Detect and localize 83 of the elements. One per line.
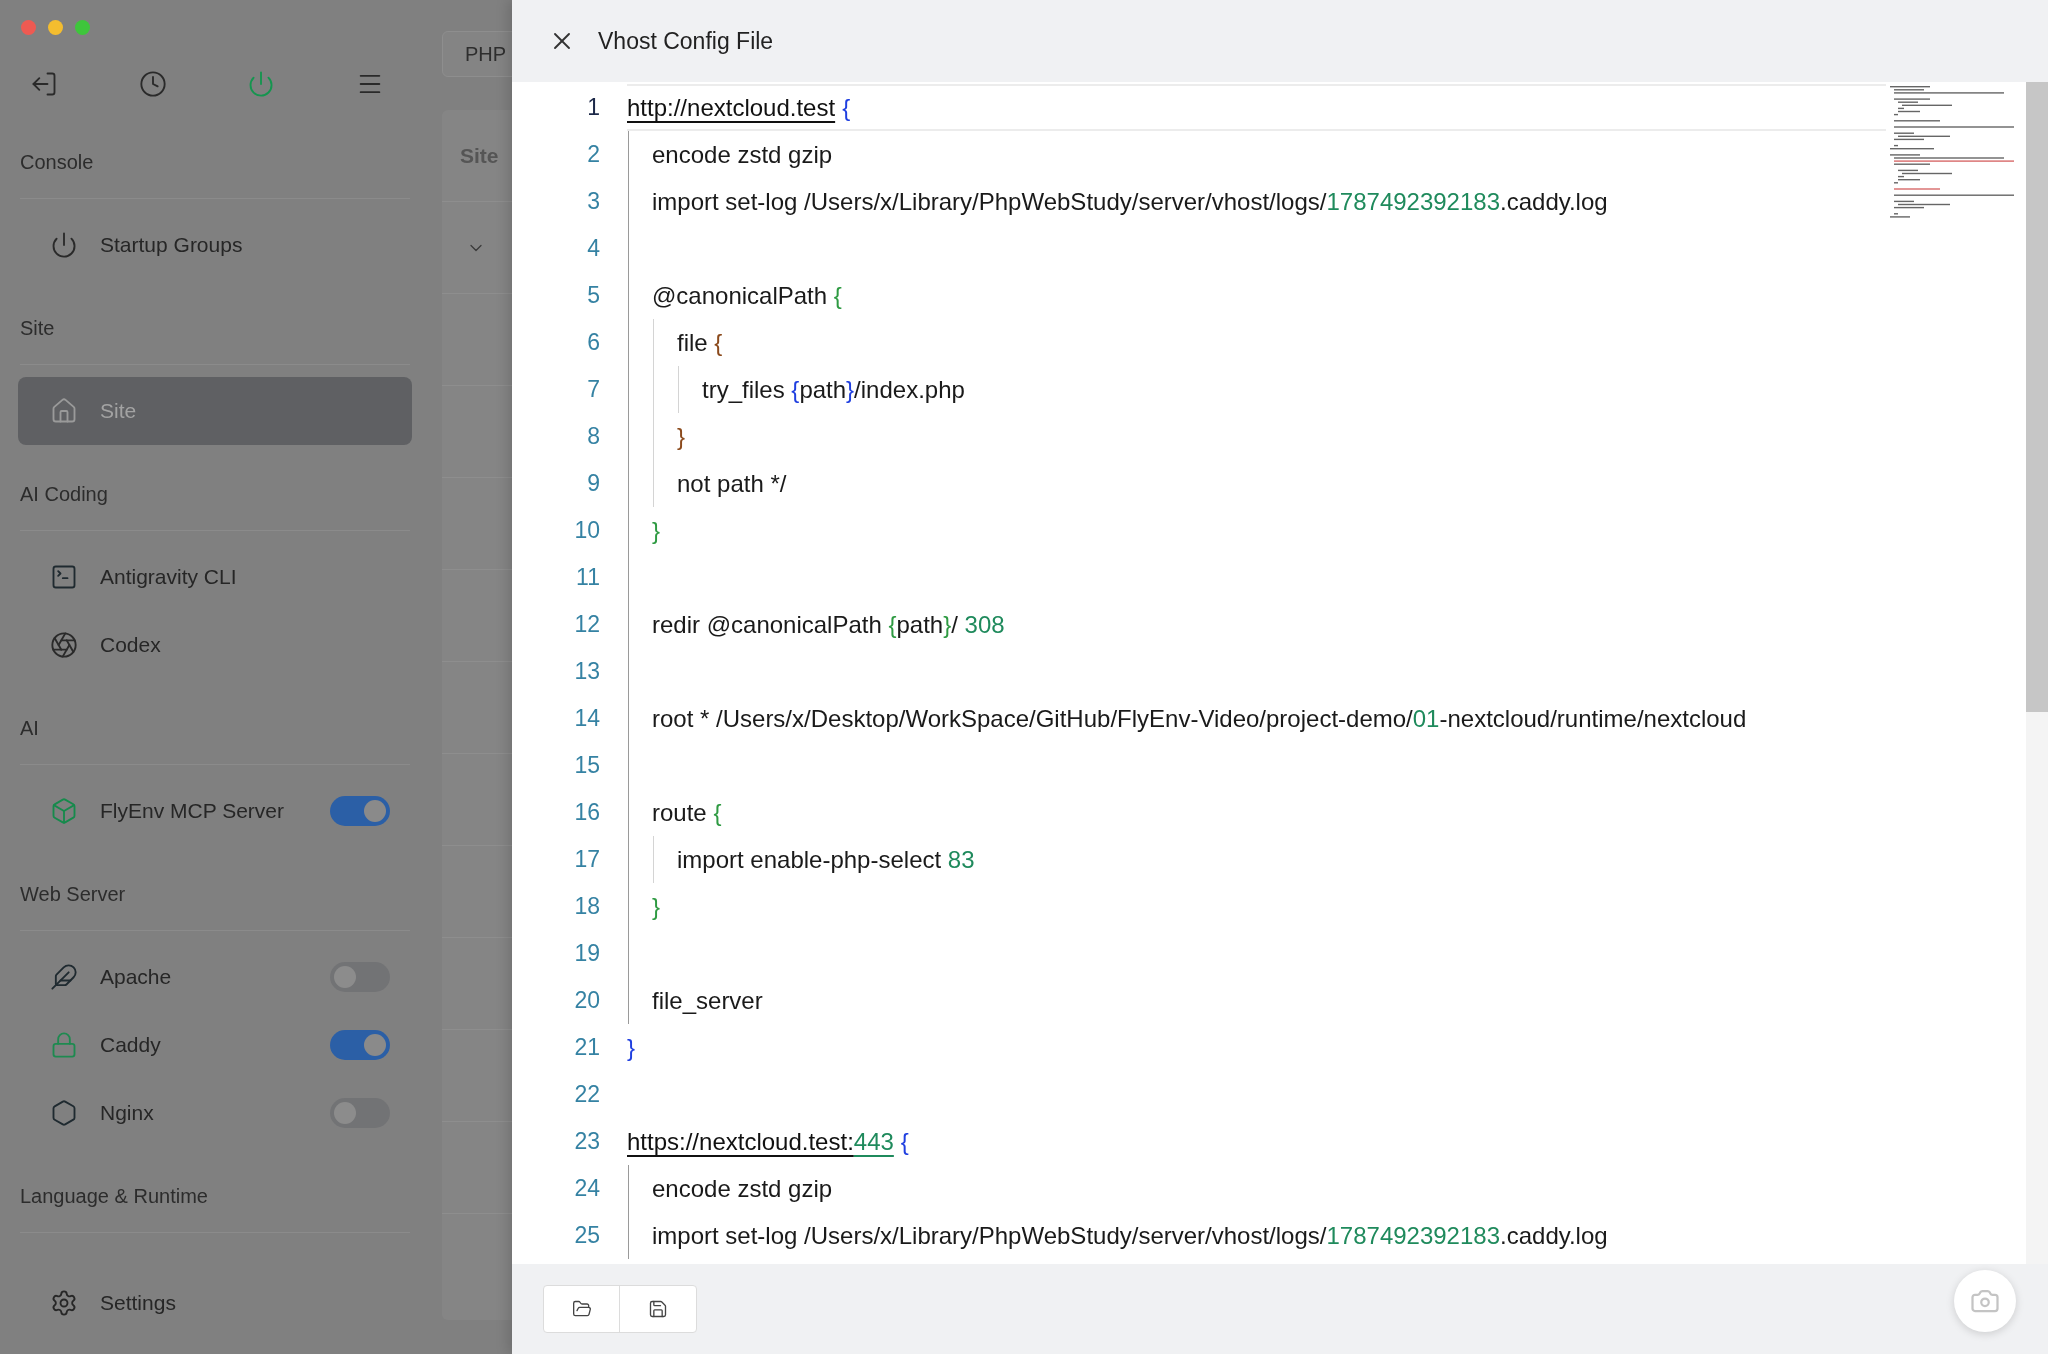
- line-number: 17: [574, 846, 600, 873]
- section-heading: Language & Runtime: [20, 1184, 208, 1208]
- line-number: 25: [574, 1222, 600, 1249]
- screenshot-button[interactable]: [1954, 1270, 2016, 1332]
- code-line: file {: [676, 327, 723, 358]
- code-line: http://nextcloud.test {: [627, 92, 851, 123]
- section-heading: AI: [20, 716, 39, 740]
- folder-icon: [571, 1299, 592, 1319]
- line-number: 16: [574, 799, 600, 826]
- toggle-switch[interactable]: [330, 1030, 390, 1060]
- feather-icon: [50, 963, 78, 991]
- line-number: 14: [574, 705, 600, 732]
- zoom-window-control[interactable]: [75, 20, 90, 35]
- line-number: 11: [576, 564, 600, 591]
- code-line: route {: [651, 797, 722, 828]
- line-number: 4: [587, 235, 600, 262]
- code-line: }: [651, 891, 660, 922]
- code-line: }: [627, 1032, 635, 1063]
- sidebar-item[interactable]: Antigravity CLI: [18, 543, 412, 611]
- code-line: redir @canonicalPath {path}/ 308: [651, 609, 1005, 640]
- line-number: 15: [574, 752, 600, 779]
- line-number: 9: [587, 470, 600, 497]
- line-number: 2: [587, 141, 600, 168]
- line-number: 8: [587, 423, 600, 450]
- line-number: 13: [574, 658, 600, 685]
- line-number: 18: [574, 893, 600, 920]
- section-heading: Console: [20, 150, 94, 174]
- code-line: @canonicalPath {: [651, 280, 842, 311]
- line-number: 3: [587, 188, 600, 215]
- code-line: }: [651, 515, 660, 546]
- toggle-switch[interactable]: [330, 796, 390, 826]
- sidebar-item[interactable]: Nginx: [18, 1079, 412, 1147]
- section-heading: AI Coding: [20, 482, 108, 506]
- clock-icon[interactable]: [138, 70, 167, 98]
- power-icon: [50, 231, 78, 259]
- line-number: 12: [574, 611, 600, 638]
- line-number: 6: [587, 329, 600, 356]
- line-number: 1: [587, 94, 600, 121]
- sidebar-item[interactable]: FlyEnv MCP Server: [18, 777, 412, 845]
- section-heading: Web Server: [20, 882, 126, 906]
- cube-icon: [50, 797, 78, 825]
- code-line: file_server: [651, 985, 763, 1016]
- toggle-switch[interactable]: [330, 1098, 390, 1128]
- line-number: 5: [587, 282, 600, 309]
- code-line: try_files {path}/index.php: [701, 374, 965, 405]
- line-number: 21: [574, 1034, 600, 1061]
- minimize-window-control[interactable]: [48, 20, 63, 35]
- line-number: 19: [574, 940, 600, 967]
- lock-icon: [50, 1031, 78, 1059]
- code-line: }: [676, 421, 685, 452]
- exit-icon[interactable]: [30, 70, 58, 98]
- drawer-title: Vhost Config File: [598, 26, 774, 56]
- sidebar-item[interactable]: Codex: [18, 611, 412, 679]
- line-number: 7: [587, 376, 600, 403]
- code-line: not path */: [676, 468, 787, 499]
- code-line: import set-log /Users/x/Library/PhpWebStudy/server/vhost/logs/1787492392183.caddy.log: [651, 1220, 1608, 1251]
- line-number: 10: [574, 517, 600, 544]
- line-number: 20: [574, 987, 600, 1014]
- line-number: 24: [574, 1175, 600, 1202]
- hexagon-icon: [50, 1099, 78, 1127]
- scrollbar[interactable]: [2026, 82, 2048, 1264]
- settings-link[interactable]: Settings: [100, 1287, 176, 1319]
- save-icon: [648, 1299, 668, 1319]
- terminal-icon: [50, 563, 78, 591]
- sidebar-item[interactable]: Apache: [18, 943, 412, 1011]
- settings-icon[interactable]: [50, 1289, 78, 1317]
- close-window-control[interactable]: [21, 20, 36, 35]
- code-line: encode zstd gzip: [651, 139, 833, 170]
- sidebar-item[interactable]: Startup Groups: [18, 211, 412, 279]
- aperture-icon: [50, 631, 78, 659]
- section-heading: Site: [20, 316, 55, 340]
- toggle-switch[interactable]: [330, 962, 390, 992]
- code-line: import set-log /Users/x/Library/PhpWebStudy/server/vhost/logs/1787492392183.caddy.log: [651, 186, 1608, 217]
- sidebar-item[interactable]: Site: [18, 377, 412, 445]
- code-line: import enable-php-select 83: [676, 844, 975, 875]
- code-line: root * /Users/x/Desktop/WorkSpace/GitHub/FlyEnv-Video/project-demo/01-nextcloud/runtime/nextcloud: [651, 703, 1747, 734]
- line-number: 23: [574, 1128, 600, 1155]
- tab-button[interactable]: PHP: [442, 31, 512, 77]
- code-line: encode zstd gzip: [651, 1173, 833, 1204]
- code-line: https://nextcloud.test:443 {: [627, 1126, 909, 1157]
- home-icon: [50, 397, 78, 425]
- sidebar-item[interactable]: Caddy: [18, 1011, 412, 1079]
- line-number: 22: [574, 1081, 600, 1108]
